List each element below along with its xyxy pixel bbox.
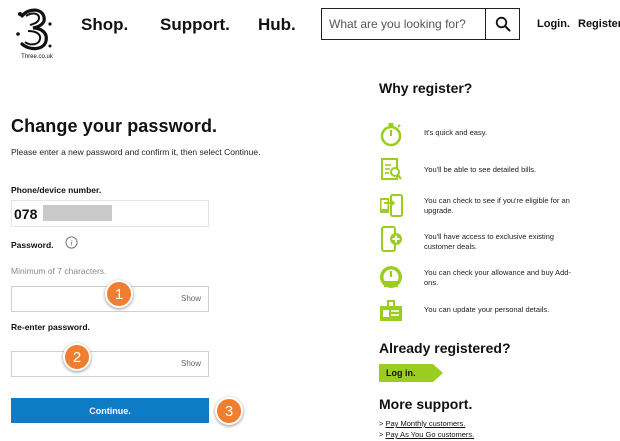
more-support-heading: More support. [379,396,473,412]
search-box [321,8,520,40]
password-hint: Minimum of 7 characters. [11,266,107,276]
phone-label: Phone/device number. [11,185,102,195]
show-reenter-password-toggle[interactable]: Show [181,359,201,368]
search-input[interactable] [322,9,486,39]
step-badge-2: 2 [63,343,91,371]
svg-text:i: i [70,239,72,248]
search-button[interactable] [486,9,519,39]
search-icon [495,16,510,32]
nav-shop[interactable]: Shop. [81,15,128,35]
link-text: Pay As You Go customers. [385,430,475,439]
log-in-button[interactable]: Log in. [379,364,443,382]
phone-number-value: 078 [14,206,38,222]
phone-number-field: 078 [11,200,209,227]
password-label: Password. [11,240,54,250]
benefit-text: It's quick and easy. [424,128,487,137]
pay-monthly-link[interactable]: > Pay Monthly customers. [379,419,466,428]
gauge-icon [380,266,402,288]
form-instructions: Please enter a new password and confirm … [11,147,261,157]
log-in-button-label: Log in. [386,368,416,378]
show-password-toggle[interactable]: Show [181,294,201,303]
password-input[interactable] [12,287,172,311]
already-registered-heading: Already registered? [379,340,511,356]
benefit-text: You can update your personal details. [424,305,550,314]
continue-button[interactable]: Continue. [11,398,209,423]
pay-as-you-go-link[interactable]: > Pay As You Go customers. [379,430,474,439]
three-logo-icon [16,8,52,51]
benefit-text: You can check your allowance and buy Add… [424,268,571,287]
step-badge-3: 3 [215,397,243,425]
benefit-text: You'll have access to exclusive existing… [424,232,554,251]
header-login-link[interactable]: Login. [537,18,570,30]
link-text: Pay Monthly customers. [385,419,466,428]
nav-support[interactable]: Support. [160,15,230,35]
header-register-link[interactable]: Register. [578,18,620,30]
page-title: Change your password. [11,116,218,136]
reenter-password-label: Re-enter password. [11,322,90,332]
logo-caption: Three.co.uk [21,54,53,60]
bill-document-icon [381,158,402,180]
phone-plus-icon [381,226,402,252]
reenter-password-input[interactable] [12,352,172,376]
benefit-text: You'll be able to see detailed bills. [424,165,537,174]
info-icon[interactable]: i [65,236,78,249]
id-card-icon [380,300,402,321]
three-logo[interactable]: Three.co.uk [10,4,58,60]
reenter-password-field: Show [11,351,209,377]
phone-number-redaction [43,205,112,221]
why-register-heading: Why register? [379,80,473,96]
benefit-text: You can check to see if you're eligible … [424,196,570,215]
step-badge-1: 1 [105,280,133,308]
stopwatch-icon [380,123,402,147]
nav-hub[interactable]: Hub. [258,15,296,35]
upgrade-phone-icon [380,194,403,217]
